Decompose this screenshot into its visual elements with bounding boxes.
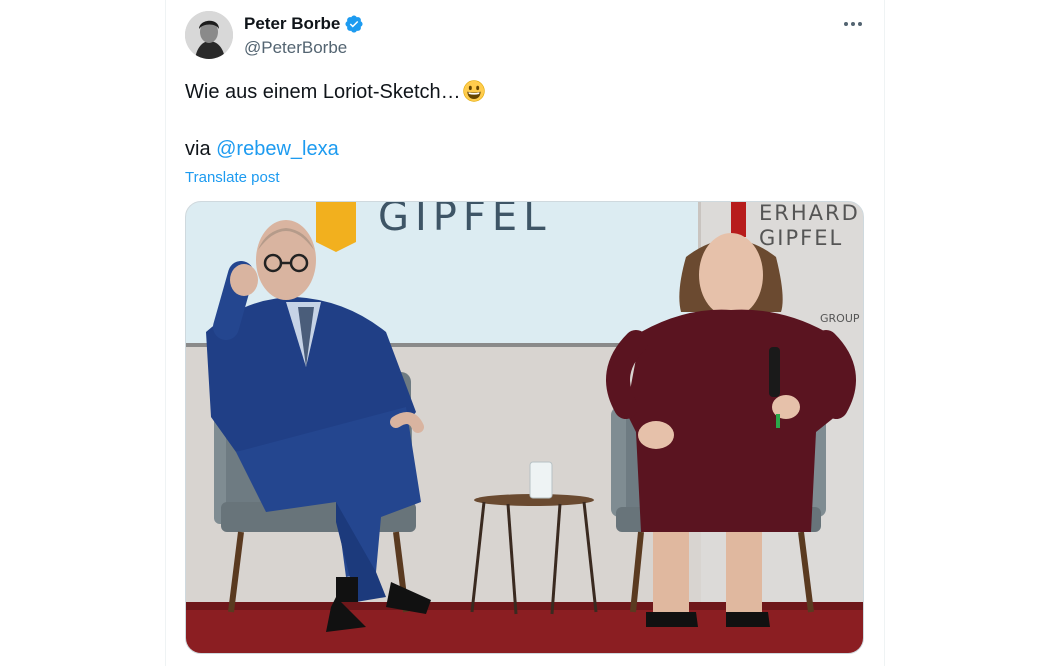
timeline-right-border bbox=[884, 0, 885, 666]
author-name-row[interactable]: Peter Borbe bbox=[244, 13, 364, 35]
more-options-icon[interactable] bbox=[840, 11, 866, 37]
verified-badge-icon bbox=[345, 15, 363, 33]
stage-sign-right-group: GROUP bbox=[820, 312, 860, 325]
translate-post-link[interactable]: Translate post bbox=[185, 168, 280, 188]
stage-sign-right-line1: ERHARD bbox=[759, 202, 860, 225]
author-name[interactable]: Peter Borbe bbox=[244, 13, 340, 35]
via-prefix: via bbox=[185, 138, 217, 160]
post-image[interactable]: GIPFEL ERHARD GIPFEL GROUP bbox=[185, 201, 864, 654]
mention-link[interactable]: @rebew_lexa bbox=[216, 138, 339, 160]
post-text-line: Wie aus einem Loriot-Sketch… bbox=[185, 80, 485, 104]
timeline-left-border bbox=[165, 0, 166, 666]
post-text: Wie aus einem Loriot-Sketch… bbox=[185, 81, 461, 103]
stage-sign-main: GIPFEL bbox=[378, 202, 551, 240]
author-avatar[interactable] bbox=[185, 11, 233, 59]
grinning-face-emoji bbox=[462, 80, 485, 102]
author-handle[interactable]: @PeterBorbe bbox=[244, 37, 347, 59]
via-line: via @rebew_lexa bbox=[185, 137, 339, 161]
stage-photo: GIPFEL ERHARD GIPFEL GROUP bbox=[186, 202, 863, 653]
stage-sign-right-line2: GIPFEL bbox=[759, 226, 843, 250]
